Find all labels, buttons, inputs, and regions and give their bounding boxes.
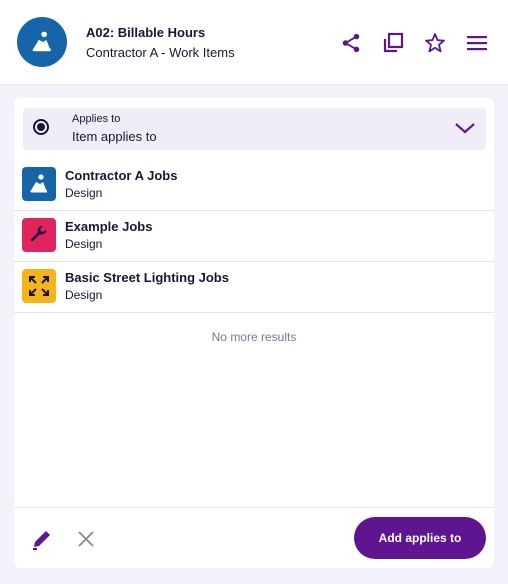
applies-to-label: Applies to [72, 113, 121, 125]
star-icon [425, 33, 445, 53]
applies-to-value: Item applies to [72, 129, 157, 144]
item-subtitle: Design [65, 186, 103, 200]
share-icon [342, 33, 360, 53]
worker-icon [30, 174, 47, 193]
item-subtitle: Design [65, 288, 103, 302]
radio-selected-icon [33, 119, 49, 135]
page-title: A02: Billable Hours [86, 25, 206, 40]
list-item[interactable]: Example Jobs Design [14, 211, 494, 262]
copy-icon [383, 32, 404, 53]
avatar [17, 17, 67, 67]
item-icon-box [22, 218, 56, 252]
app-header: A02: Billable Hours Contractor A - Work … [0, 0, 508, 85]
applies-to-card: Applies to Item applies to Contractor A … [14, 98, 494, 568]
wrench-icon [30, 225, 47, 242]
item-icon-box [22, 269, 56, 303]
favorite-button[interactable] [422, 30, 448, 56]
item-title: Contractor A Jobs [65, 168, 178, 183]
no-more-results: No more results [211, 330, 297, 344]
list-item[interactable]: Basic Street Lighting Jobs Design [14, 262, 494, 313]
menu-button[interactable] [464, 30, 490, 56]
divider [14, 507, 494, 508]
item-subtitle: Design [65, 237, 103, 251]
worker-icon [32, 31, 51, 52]
chevron-down-icon [455, 123, 475, 134]
share-button[interactable] [338, 30, 364, 56]
applies-to-dropdown[interactable]: Applies to Item applies to [23, 108, 486, 150]
add-applies-to-button[interactable]: Add applies to [354, 517, 486, 559]
page-subtitle: Contractor A - Work Items [86, 45, 235, 60]
close-icon[interactable] [76, 529, 96, 549]
item-title: Example Jobs [65, 219, 153, 234]
menu-icon [467, 36, 487, 51]
item-icon-box [22, 167, 56, 201]
copy-button[interactable] [380, 30, 406, 56]
item-title: Basic Street Lighting Jobs [65, 270, 229, 285]
list-item[interactable]: Contractor A Jobs Design [14, 160, 494, 211]
expand-icon [29, 276, 49, 296]
edit-icon[interactable] [30, 527, 54, 551]
